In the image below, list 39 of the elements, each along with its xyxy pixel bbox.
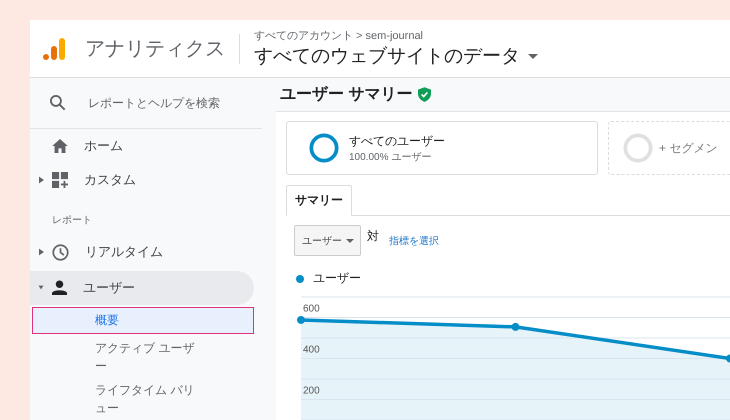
nav-subitem[interactable]: アクティブ ユーザー [30, 336, 201, 378]
segment-detail: 100.00% ユーザー [349, 150, 432, 164]
segment-ring-icon [623, 133, 653, 163]
nav-subitem[interactable]: ライフタイム バリュー [30, 378, 201, 420]
nav-item[interactable]: ホーム [30, 128, 262, 163]
product-name: アナリティクス [85, 37, 225, 62]
search-icon [48, 92, 68, 113]
caret-icon [346, 238, 354, 242]
y-axis-label: 200 [303, 386, 320, 396]
dashboard-icon [52, 172, 68, 188]
add-segment-card[interactable]: + セグメン [608, 121, 730, 175]
add-segment-label: + セグメン [659, 140, 718, 156]
nav-item[interactable]: ユーザー [30, 270, 254, 306]
home-icon [52, 138, 68, 153]
data-point [512, 322, 520, 331]
clock-icon [52, 244, 69, 261]
analytics-logo-icon [42, 36, 66, 60]
data-point [726, 354, 730, 362]
versus-label: 対 [367, 228, 379, 245]
segment-ring-icon [309, 133, 339, 163]
search-field[interactable]: レポートとヘルプを検索 [88, 96, 258, 110]
select-metric-link[interactable]: 指標を選択 [389, 234, 439, 248]
legend-label: ユーザー [313, 270, 361, 287]
nav-subitem[interactable]: 概要 [32, 307, 254, 334]
nav-item[interactable]: リアルタイム [30, 235, 262, 270]
account-breadcrumb[interactable]: すべてのアカウント > sem-journal [254, 28, 538, 43]
data-point [297, 316, 305, 324]
segment-card[interactable]: すべてのユーザー 100.00% ユーザー [286, 121, 598, 175]
caret-icon [528, 54, 538, 58]
y-axis-label: 400 [303, 344, 320, 356]
metric-dropdown[interactable]: ユーザー [294, 225, 361, 256]
y-axis-label: 600 [303, 304, 320, 314]
segment-name: すべてのユーザー [349, 132, 445, 150]
nav-item[interactable]: カスタム [30, 162, 262, 198]
section-label: レポート [51, 214, 93, 228]
tab[interactable]: サマリー [286, 185, 352, 216]
view-selector[interactable]: すべてのウェブサイトのデータ [254, 43, 538, 69]
page-title: ユーザー サマリー [280, 85, 412, 105]
person-icon [52, 280, 67, 296]
